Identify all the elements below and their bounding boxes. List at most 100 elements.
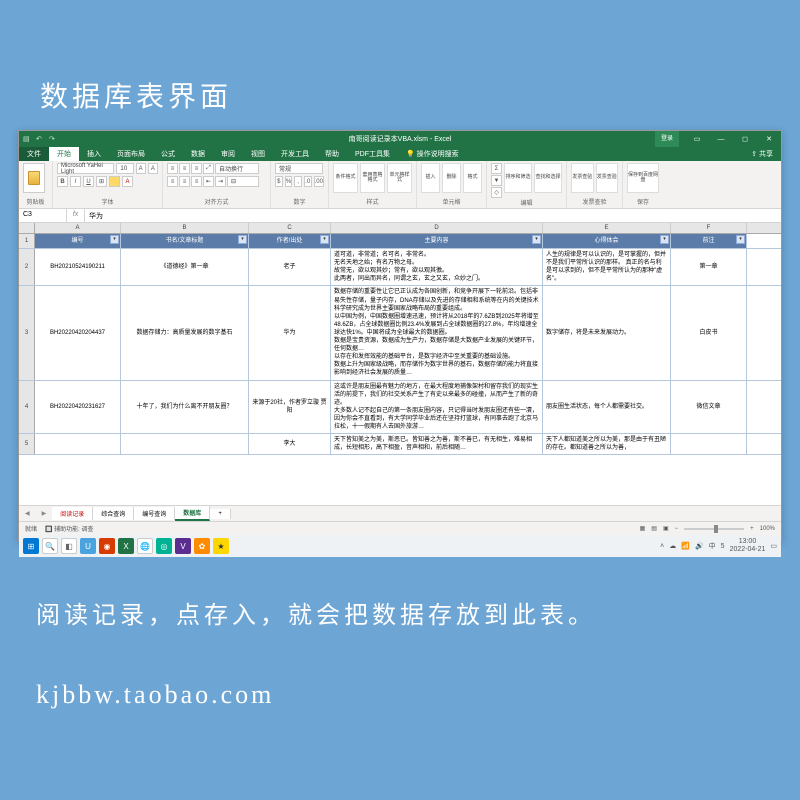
app-icon-6[interactable]: ★ [213, 538, 229, 554]
app-icon-5[interactable]: ✿ [194, 538, 210, 554]
align-mid-icon[interactable]: ≡ [179, 163, 190, 174]
tray-notif-icon[interactable]: ▭ [770, 542, 777, 550]
cell-title[interactable] [121, 434, 249, 454]
zoom-level[interactable]: 100% [760, 526, 775, 532]
tray-date[interactable]: 2022-04-21 [730, 546, 766, 554]
paste-button[interactable] [23, 163, 45, 193]
invoice-check1-button[interactable]: 发票查验 [571, 163, 594, 193]
sheet-nav-next-icon[interactable]: ▶ [36, 510, 53, 517]
font-size-select[interactable]: 10 [116, 163, 133, 174]
sheet-nav-prev-icon[interactable]: ◀ [19, 510, 36, 517]
align-top-icon[interactable]: ≡ [167, 163, 178, 174]
filter-icon[interactable]: ▾ [736, 235, 745, 244]
filter-icon[interactable]: ▾ [532, 235, 541, 244]
tray-net[interactable]: 5 [721, 543, 725, 550]
view-normal-icon[interactable]: ▦ [640, 525, 646, 532]
select-all-corner[interactable] [19, 223, 35, 233]
row-header[interactable]: 3 [19, 286, 35, 379]
bold-button[interactable]: B [57, 176, 68, 187]
zoom-slider[interactable] [684, 528, 744, 530]
shrink-font-icon[interactable]: A [148, 163, 158, 174]
find-select-button[interactable]: 查找和选择 [534, 163, 562, 193]
filter-icon[interactable]: ▾ [660, 235, 669, 244]
cell-notes[interactable]: 天下人都知道美之所以为美，那是由于有丑陋的存在。都知道善之所以为善， [543, 434, 671, 454]
cell-id[interactable]: BH20220420204437 [35, 286, 121, 379]
minimize-icon[interactable]: — [709, 131, 733, 147]
sheet-tab-database[interactable]: 数据库 [175, 506, 210, 521]
tab-data[interactable]: 数据 [183, 147, 213, 161]
taskview-icon[interactable]: ◧ [61, 538, 77, 554]
cell-styles-button[interactable]: 单元格样式 [387, 163, 412, 193]
cell-title[interactable]: 数据存储力：高质量发展的数字基石 [121, 286, 249, 379]
clear-icon[interactable]: ◇ [491, 187, 502, 198]
ribbon-opts-icon[interactable]: ▭ [685, 131, 709, 147]
col-header-F[interactable]: F [671, 223, 747, 233]
sort-filter-button[interactable]: 排序和筛选 [504, 163, 532, 193]
row-header[interactable]: 2 [19, 249, 35, 285]
inc-decimal-icon[interactable]: .0 [304, 176, 312, 187]
filter-icon[interactable]: ▾ [320, 235, 329, 244]
tab-help[interactable]: 帮助 [317, 147, 347, 161]
cond-format-button[interactable]: 条件格式 [333, 163, 358, 193]
wrap-text-button[interactable]: 自动换行 [215, 163, 259, 174]
font-name-select[interactable]: Microsoft YaHei Light [57, 163, 114, 174]
header-content[interactable]: 主要内容▾ [331, 234, 543, 248]
name-box[interactable]: C3 [19, 209, 67, 222]
align-bot-icon[interactable]: ≡ [191, 163, 202, 174]
merge-button[interactable]: ⊟ [227, 176, 259, 187]
filter-icon[interactable]: ▾ [238, 235, 247, 244]
cell-content[interactable]: 天下皆知美之为美，斯恶已。皆知善之为善，斯不善已，有无相生，难易相成，长短相形，… [331, 434, 543, 454]
fx-icon[interactable]: fx [67, 209, 85, 222]
excel-icon[interactable]: X [118, 538, 134, 554]
align-left-icon[interactable]: ≡ [167, 176, 178, 187]
tab-home[interactable]: 开始 [49, 147, 79, 161]
cell-content[interactable]: 道可道，非常道；名可名，非常名。 无名天地之始；有名万物之母。 故常无，欲以观其… [331, 249, 543, 285]
insert-cells-button[interactable]: 插入 [421, 163, 440, 193]
indent-inc-icon[interactable]: ⇥ [215, 176, 226, 187]
header-remark[interactable]: 前注▾ [671, 234, 747, 248]
cell-title[interactable]: 十年了，我们为什么离不开朋友圈？ [121, 381, 249, 434]
tray-time[interactable]: 13:00 [730, 538, 766, 546]
cell-notes[interactable]: 朋友圈生活状态，每个人都需要社交。 [543, 381, 671, 434]
tab-tell-me[interactable]: 💡 操作说明搜索 [398, 147, 467, 161]
invoice-check2-button[interactable]: 发票查验 [596, 163, 619, 193]
filter-icon[interactable]: ▾ [110, 235, 119, 244]
header-id[interactable]: 编号▾ [35, 234, 121, 248]
sheet-tab-read[interactable]: 阅读记录 [52, 507, 93, 520]
cell-id[interactable]: BH20210524190211 [35, 249, 121, 285]
cell-id[interactable]: BH20220420231627 [35, 381, 121, 434]
table-format-button[interactable]: 套用表格格式 [360, 163, 385, 193]
start-button[interactable]: ⊞ [23, 538, 39, 554]
share-button[interactable]: ⇪ 共享 [743, 147, 781, 161]
orient-icon[interactable]: ⤢ [203, 163, 214, 174]
row-header[interactable]: 5 [19, 434, 35, 454]
tray-onedrive-icon[interactable]: ☁ [669, 542, 676, 550]
col-header-C[interactable]: C [249, 223, 331, 233]
cell-notes[interactable]: 数字储存，将是未来发展动力。 [543, 286, 671, 379]
tray-up-icon[interactable]: ˄ [660, 543, 664, 550]
cell-title[interactable]: 《道德经》第一章 [121, 249, 249, 285]
save-cloud-button[interactable]: 保存到百度网盘 [627, 163, 659, 193]
border-button[interactable]: ⊞ [96, 176, 107, 187]
login-button[interactable]: 登录 [655, 131, 679, 147]
sheet-tab-idquery[interactable]: 编号查询 [134, 507, 175, 520]
tray-volume-icon[interactable]: 🔊 [695, 542, 704, 550]
undo-icon[interactable]: ↶ [36, 135, 45, 144]
grow-font-icon[interactable]: A [136, 163, 146, 174]
percent-icon[interactable]: % [285, 176, 293, 187]
tab-layout[interactable]: 页面布局 [109, 147, 153, 161]
fill-icon[interactable]: ▼ [491, 175, 502, 186]
indent-dec-icon[interactable]: ⇤ [203, 176, 214, 187]
italic-button[interactable]: I [70, 176, 81, 187]
view-break-icon[interactable]: ▣ [663, 525, 669, 532]
app-icon-1[interactable]: U [80, 538, 96, 554]
autosum-icon[interactable]: Σ [491, 163, 502, 174]
formula-input[interactable]: 华为 [85, 209, 781, 222]
fill-color-button[interactable] [109, 176, 120, 187]
dec-decimal-icon[interactable]: .00 [314, 176, 324, 187]
currency-icon[interactable]: $ [275, 176, 283, 187]
col-header-B[interactable]: B [121, 223, 249, 233]
cell-remark[interactable]: 微信文章 [671, 381, 747, 434]
cell-id[interactable] [35, 434, 121, 454]
app-icon-2[interactable]: ◉ [99, 538, 115, 554]
